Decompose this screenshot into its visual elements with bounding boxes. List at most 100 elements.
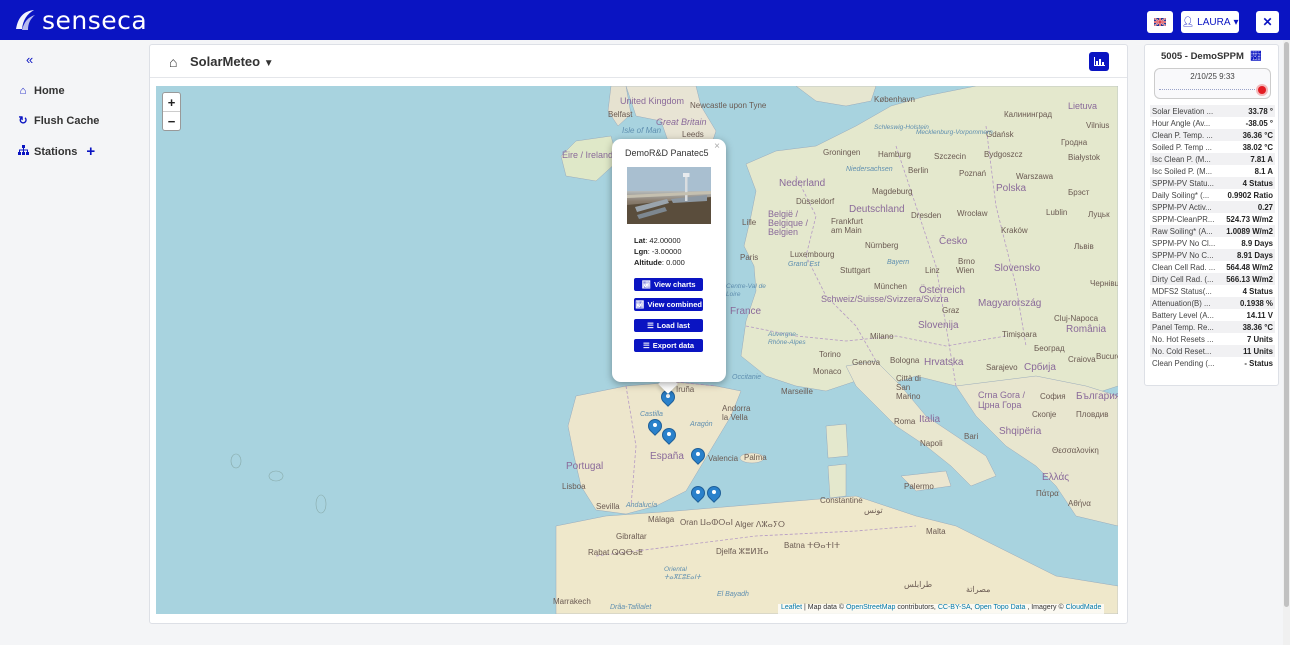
language-flag-button[interactable]: [1147, 11, 1173, 33]
chart-view-button[interactable]: [1089, 52, 1109, 71]
page-scrollbar[interactable]: [1283, 40, 1290, 645]
reading-row[interactable]: Isc Clean P. (M... 7.81 A: [1150, 153, 1275, 165]
map-marker[interactable]: [645, 416, 665, 439]
popup-close-button[interactable]: ×: [714, 141, 720, 152]
sidebar-item-flush-cache[interactable]: ↻ Flush Cache: [17, 114, 100, 128]
reading-label: Hour Angle (Av...: [1152, 118, 1211, 128]
reading-row[interactable]: SPPM-PV Statu... 4 Status: [1150, 177, 1275, 189]
reading-row[interactable]: SPPM-PV Activ... 0.27: [1150, 201, 1275, 213]
view-combined-button[interactable]: 📈︎ View combined: [634, 298, 703, 311]
reading-label: Daily Soiling* (...: [1152, 190, 1210, 200]
reading-row[interactable]: Clean P. Temp. ... 36.36 °C: [1150, 129, 1275, 141]
map-label: Monaco: [813, 367, 842, 376]
cc-link[interactable]: CC-BY-SA: [938, 604, 971, 611]
reading-row[interactable]: SPPM-CleanPR... 524.73 W/m2: [1150, 213, 1275, 225]
marker-dot-icon: [666, 394, 670, 398]
view-charts-button[interactable]: 📈︎ View charts: [634, 278, 703, 291]
zoom-in-button[interactable]: +: [163, 93, 180, 112]
reading-row[interactable]: Clean Pending (... - Status: [1150, 357, 1275, 369]
map-label: Wien: [956, 266, 975, 275]
slider-handle[interactable]: [1258, 86, 1266, 94]
page-title[interactable]: SolarMeteo ▼: [190, 54, 274, 69]
user-menu-button[interactable]: 👤︎ LAURA ▾: [1181, 11, 1239, 33]
lat-value: : 42.00000: [645, 236, 681, 245]
reading-value: 7 Units: [1247, 334, 1273, 344]
reading-row[interactable]: Battery Level (A... 14.11 V: [1150, 309, 1275, 321]
fullscreen-close-button[interactable]: ✕: [1256, 11, 1279, 33]
reading-label: Panel Temp. Re...: [1152, 322, 1214, 332]
reading-row[interactable]: Attenuation(B) ... 0.1938 %: [1150, 297, 1275, 309]
sidebar-item-label: Flush Cache: [34, 114, 100, 127]
map-label: Nederland: [779, 178, 826, 189]
time-slider[interactable]: 2/10/25 9:33: [1154, 68, 1271, 99]
osm-link[interactable]: OpenStreetMap: [846, 604, 895, 611]
export-data-button[interactable]: ☰ Export data: [634, 339, 703, 352]
map-label: Česko: [939, 236, 968, 247]
map-marker[interactable]: [688, 483, 708, 506]
reading-row[interactable]: SPPM-PV No Cl... 8.9 Days: [1150, 237, 1275, 249]
map-marker[interactable]: [704, 483, 724, 506]
slider-track[interactable]: [1159, 89, 1263, 90]
logo-mark-icon: [12, 7, 38, 33]
reading-row[interactable]: SPPM-PV No C... 8.91 Days: [1150, 249, 1275, 261]
add-station-button[interactable]: +: [86, 143, 95, 160]
map-label: Drâa-Tafilalet: [610, 604, 652, 611]
map-marker[interactable]: [659, 425, 679, 448]
sidebar-item-home[interactable]: ⌂ Home: [17, 85, 65, 97]
sitemap-icon: [17, 145, 29, 158]
map-zoom-control: + −: [162, 92, 181, 131]
reading-row[interactable]: Isc Soiled P. (M... 8.1 A: [1150, 165, 1275, 177]
leaflet-link[interactable]: Leaflet: [781, 604, 802, 611]
senseca-logo[interactable]: senseca: [12, 5, 147, 35]
reading-label: SPPM-PV No Cl...: [1152, 238, 1216, 248]
scrollbar-thumb[interactable]: [1284, 42, 1289, 607]
cloudmade-link[interactable]: CloudMade: [1066, 604, 1102, 611]
reading-row[interactable]: Raw Soiling* (A... 1.0089 W/m2: [1150, 225, 1275, 237]
top-navbar: senseca 👤︎ LAURA ▾ ✕: [0, 0, 1290, 40]
load-last-button[interactable]: ☰ Load last: [634, 319, 703, 332]
area-chart-icon[interactable]: 📈︎: [1250, 51, 1262, 62]
home-icon[interactable]: ⌂: [169, 54, 177, 70]
reading-value: -38.05 °: [1245, 118, 1273, 128]
map-marker[interactable]: [688, 445, 708, 468]
map-label: Magdeburg: [872, 187, 913, 196]
reading-value: 524.73 W/m2: [1226, 214, 1273, 224]
map-label: Portugal: [566, 461, 604, 472]
reading-row[interactable]: Dirty Cell Rad. (... 566.13 W/m2: [1150, 273, 1275, 285]
uk-flag-icon: [1154, 18, 1166, 26]
reading-value: 11 Units: [1243, 346, 1273, 356]
map-label: El Bayadh: [717, 591, 749, 598]
map-label: Niedersachsen: [846, 166, 893, 173]
map-label: Πάτρα: [1036, 489, 1059, 498]
map-label: Брэст: [1068, 188, 1090, 197]
map-label: Occitanie: [732, 374, 762, 381]
map-label: Hrvatska: [924, 357, 964, 368]
otd-link[interactable]: Open Topo Data: [975, 604, 1026, 611]
reading-row[interactable]: Daily Soiling* (... 0.9902 Ratio: [1150, 189, 1275, 201]
map-label: Città di San Marino: [896, 374, 921, 401]
reading-row[interactable]: Soiled P. Temp ... 38.02 °C: [1150, 141, 1275, 153]
popup-title: DemoR&D Panatec5: [625, 148, 709, 158]
map-label: Constantine: [820, 496, 863, 505]
collapse-sidebar-button[interactable]: «: [26, 52, 33, 67]
reading-label: SPPM-PV No C...: [1152, 250, 1214, 260]
reading-row[interactable]: Solar Elevation ... 33.78 °: [1150, 105, 1275, 117]
reading-label: Dirty Cell Rad. (...: [1152, 274, 1214, 284]
reading-row[interactable]: No. Hot Resets ... 7 Units: [1150, 333, 1275, 345]
map-label: Sarajevo: [986, 363, 1018, 372]
zoom-out-button[interactable]: −: [163, 112, 180, 131]
map-label: Marrakech: [553, 597, 591, 606]
reading-row[interactable]: No. Cold Reset... 11 Units: [1150, 345, 1275, 357]
reading-row[interactable]: Hour Angle (Av... -38.05 °: [1150, 117, 1275, 129]
reading-row[interactable]: Clean Cell Rad. ... 564.48 W/m2: [1150, 261, 1275, 273]
map-label: München: [874, 282, 907, 291]
sidebar-item-stations[interactable]: Stations +: [17, 143, 95, 160]
map-label: Lisboa: [562, 482, 586, 491]
map-label: Bucure: [1096, 352, 1118, 361]
reading-row[interactable]: MDFS2 Status(... 4 Status: [1150, 285, 1275, 297]
reading-label: Clean Pending (...: [1152, 358, 1215, 368]
altitude-value: : 0.000: [661, 258, 685, 267]
map-label: Bydgoszcz: [984, 150, 1023, 159]
reading-value: 0.9902 Ratio: [1227, 190, 1273, 200]
reading-row[interactable]: Panel Temp. Re... 38.36 °C: [1150, 321, 1275, 333]
